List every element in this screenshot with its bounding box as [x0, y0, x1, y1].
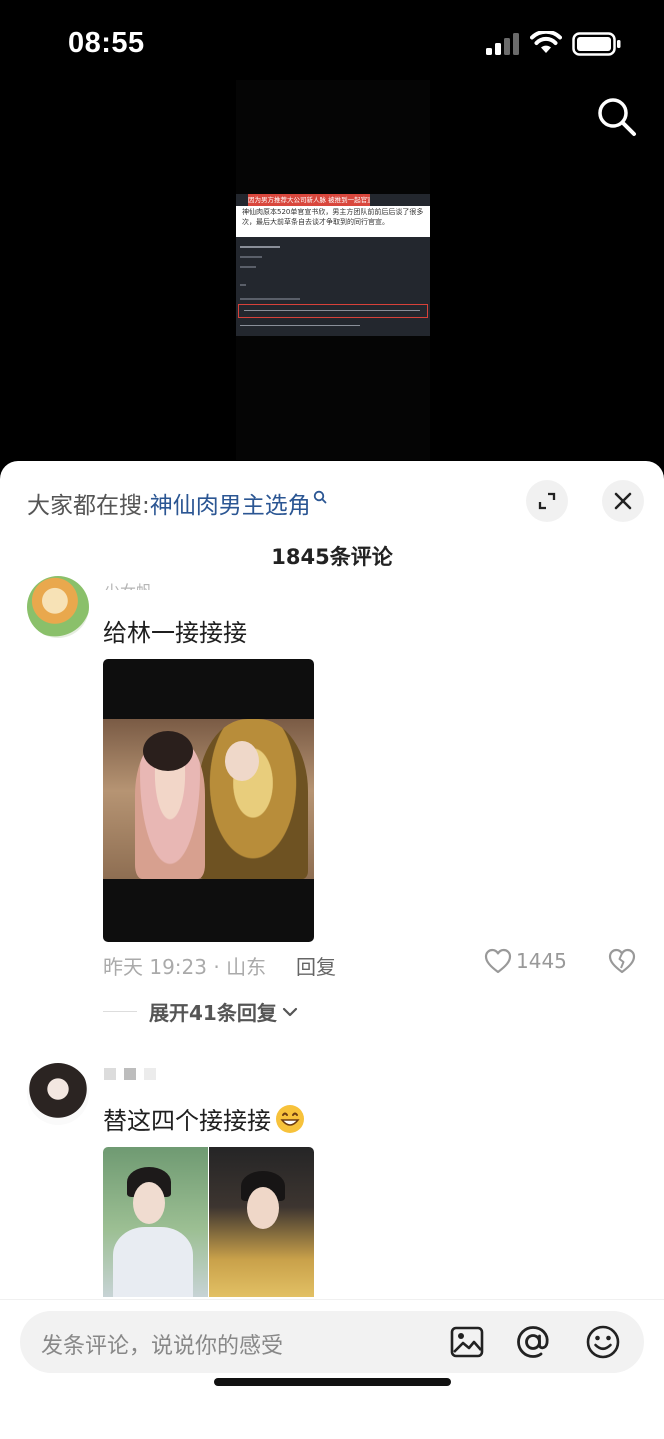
hot-search-link[interactable]: 神仙肉男主选角: [150, 486, 311, 520]
comment-input-placeholder: 发条评论，说说你的感受: [41, 1334, 284, 1359]
comment-image[interactable]: [103, 659, 314, 942]
video-banner: 因为男方推荐大公司新人脉 被推到一起官宣: [248, 194, 370, 206]
video-highlight-box: [238, 304, 428, 318]
video-frame: 因为男方推荐大公司新人脉 被推到一起官宣 神仙肉原本520单官宣书欣，男主方团队…: [236, 194, 430, 336]
comment-text[interactable]: 替这四个接接接: [103, 1101, 305, 1136]
grin-emoji-icon: [276, 1104, 304, 1133]
image-icon[interactable]: [448, 1323, 486, 1361]
video-caption: 神仙肉原本520单官宣书欣，男主方团队前前后后谈了很多次，最后大前草条自去谈才争…: [236, 206, 430, 237]
comment-input-bar: 发条评论，说说你的感受: [0, 1299, 664, 1439]
close-button[interactable]: [602, 480, 644, 522]
expand-button[interactable]: [526, 480, 568, 522]
comment-text-body: 替这四个接接接: [103, 1107, 271, 1135]
comment-text[interactable]: 给林一接接接: [103, 613, 247, 648]
broken-heart-icon[interactable]: [608, 948, 636, 974]
username[interactable]: [104, 1063, 156, 1085]
reply-button[interactable]: 回复: [296, 951, 336, 980]
divider: [103, 1011, 137, 1012]
heart-icon: [484, 948, 512, 974]
avatar[interactable]: [27, 1063, 89, 1125]
comment-image[interactable]: [103, 1147, 314, 1297]
username[interactable]: 少女帆: [104, 578, 174, 590]
search-icon[interactable]: [596, 96, 638, 138]
comment-meta: 昨天 19:23 · 山东: [103, 955, 267, 979]
hot-search[interactable]: 大家都在搜: 神仙肉男主选角: [27, 483, 327, 523]
wifi-icon: [530, 31, 562, 53]
expand-replies-label: 展开41条回复: [149, 1001, 277, 1025]
at-icon[interactable]: [514, 1323, 552, 1361]
search-icon: [313, 490, 327, 504]
comment-sheet: 大家都在搜: 神仙肉男主选角 1845条评论 少女帆 给林一接接接 昨天 19:…: [0, 461, 664, 1439]
status-time: 08:55: [68, 27, 145, 59]
signal-icon: [486, 33, 519, 55]
home-indicator[interactable]: [214, 1378, 451, 1386]
avatar[interactable]: [27, 576, 89, 638]
close-icon: [614, 492, 632, 510]
expand-icon: [538, 492, 556, 510]
comment-input[interactable]: 发条评论，说说你的感受: [20, 1311, 644, 1373]
status-bar: 08:55: [0, 0, 664, 90]
emoji-icon[interactable]: [584, 1323, 622, 1361]
like-button[interactable]: 1445: [484, 948, 567, 974]
battery-icon: [572, 32, 621, 56]
like-count: 1445: [516, 949, 567, 973]
expand-replies-button[interactable]: 展开41条回复: [103, 997, 299, 1026]
chevron-down-icon: [282, 1007, 297, 1016]
comment-count: 1845条评论: [271, 545, 393, 569]
hot-search-prefix: 大家都在搜:: [27, 493, 150, 519]
